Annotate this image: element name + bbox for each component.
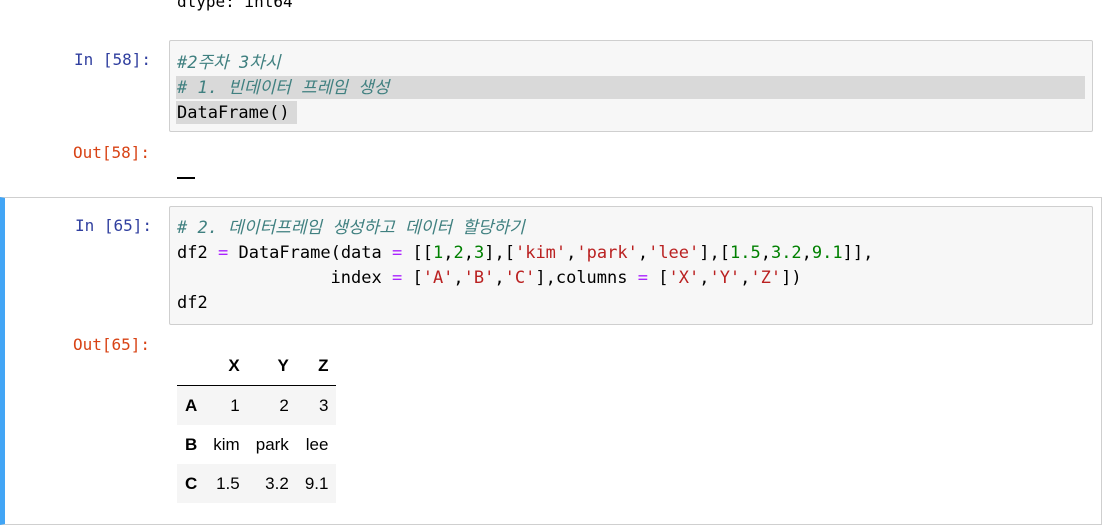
row-index: A [185, 395, 198, 415]
table-cell: lee [305, 434, 329, 454]
code-cell-65[interactable]: In [65]: # 2. 데이터프레임 생성하고 데이터 할당하기 df2 =… [0, 197, 1102, 525]
in-prompt: In [58]: [74, 50, 152, 69]
code-input-area[interactable]: #2주차 3차시 # 1. 빈데이터 프레임 생성 DataFrame() [169, 40, 1093, 132]
column-header: Y [247, 346, 297, 386]
previous-output-text: dtype: int64 [177, 0, 293, 11]
code-line-comment: # 2. 데이터프레임 생성하고 데이터 할당하기 [177, 218, 525, 238]
column-header: Z [296, 346, 337, 386]
table-row: C 1.5 3.2 9.1 [177, 464, 337, 503]
empty-output-marker [177, 177, 195, 179]
code-line: df2 = DataFrame(data = [[1,2,3],['kim','… [177, 243, 874, 263]
dataframe-output-table: X Y Z A 1 2 3 B kim park lee C 1.5 3.2 9… [177, 346, 337, 503]
code-input-area[interactable]: # 2. 데이터프레임 생성하고 데이터 할당하기 df2 = DataFram… [169, 206, 1093, 325]
code-line-comment: #2주차 3차시 [177, 53, 281, 73]
row-index: C [185, 473, 198, 493]
code-cell-58[interactable]: In [58]: #2주차 3차시 # 1. 빈데이터 프레임 생성 DataF… [0, 38, 1108, 193]
table-cell: 3.2 [265, 473, 289, 493]
code-line: df2 [177, 293, 208, 313]
table-cell: 2 [279, 395, 289, 415]
column-header: X [205, 346, 248, 386]
table-cell: kim [213, 434, 240, 454]
table-cell: park [255, 434, 289, 454]
code-line-comment: # 1. 빈데이터 프레임 생성 [177, 78, 390, 98]
row-index: B [185, 434, 198, 454]
table-cell: 1 [230, 395, 240, 415]
out-prompt: Out[65]: [73, 335, 151, 354]
notebook-page: dtype: int64 In [58]: #2주차 3차시 # 1. 빈데이터… [0, 0, 1108, 527]
table-cell: 1.5 [216, 473, 240, 493]
table-row: B kim park lee [177, 425, 336, 464]
table-row: A 1 2 3 [177, 385, 337, 425]
table-cell: 9.1 [304, 473, 329, 493]
in-prompt: In [65]: [75, 216, 153, 235]
table-header-row: X Y Z [177, 346, 337, 386]
index-header [177, 346, 206, 386]
code-line: index = ['A','B','C'],columns = ['X','Y'… [330, 268, 802, 288]
out-prompt: Out[58]: [73, 143, 151, 162]
table-cell: 3 [318, 395, 329, 415]
code-line: DataFrame() [177, 103, 290, 123]
